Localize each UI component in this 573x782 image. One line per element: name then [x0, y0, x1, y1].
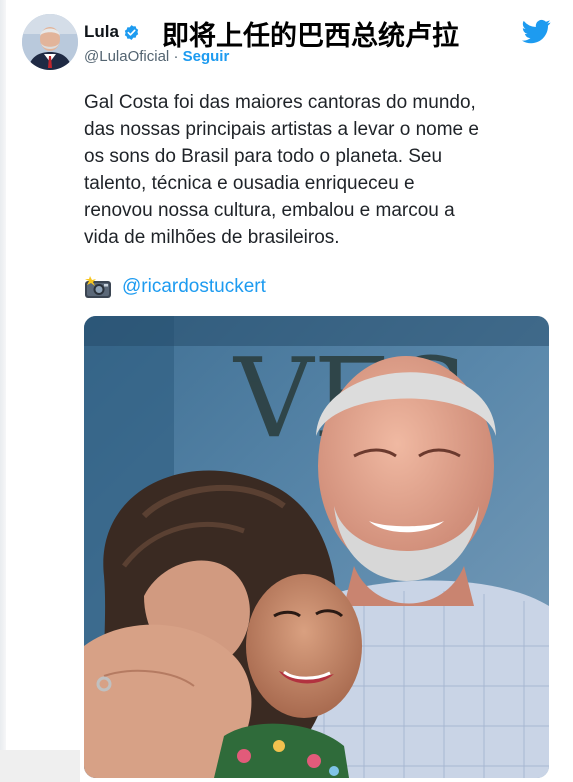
tweet-text-line: renovou nossa cultura, embalou e marcou … — [84, 200, 455, 221]
handle[interactable]: @LulaOficial — [84, 48, 169, 65]
camera-flash-icon — [84, 275, 112, 299]
tweet-photo[interactable]: VES — [84, 316, 549, 778]
twitter-bird-icon[interactable] — [522, 17, 551, 46]
photo-credit-mention[interactable]: @ricardostuckert — [122, 276, 266, 298]
display-name[interactable]: Lula — [84, 22, 119, 42]
avatar[interactable] — [22, 14, 78, 70]
tweet-text: Gal Costa foi das maiores cantoras do mu… — [84, 89, 554, 251]
photo-credit-row: @ricardostuckert — [84, 275, 266, 299]
tweet-text-line: Gal Costa foi das maiores cantoras do mu… — [84, 92, 476, 113]
name-row: Lula — [84, 22, 140, 42]
tweet-text-line: os sons do Brasil para todo o planeta. S… — [84, 146, 443, 167]
left-border — [0, 0, 6, 782]
tweet-text-line: vida de milhões de brasileiros. — [84, 227, 340, 248]
overlay-caption: 即将上任的巴西总统卢拉 — [162, 21, 459, 52]
corner-shade — [0, 750, 80, 782]
tweet-text-line: das nossas principais artistas a levar o… — [84, 119, 479, 140]
tweet-text-line: talento, técnica e ousadia enriqueceu e — [84, 173, 415, 194]
verified-badge-icon — [123, 24, 140, 41]
tweet-embed: Lula @LulaOficial · Seguir 即将上任的巴西总统卢拉 G… — [0, 0, 573, 782]
